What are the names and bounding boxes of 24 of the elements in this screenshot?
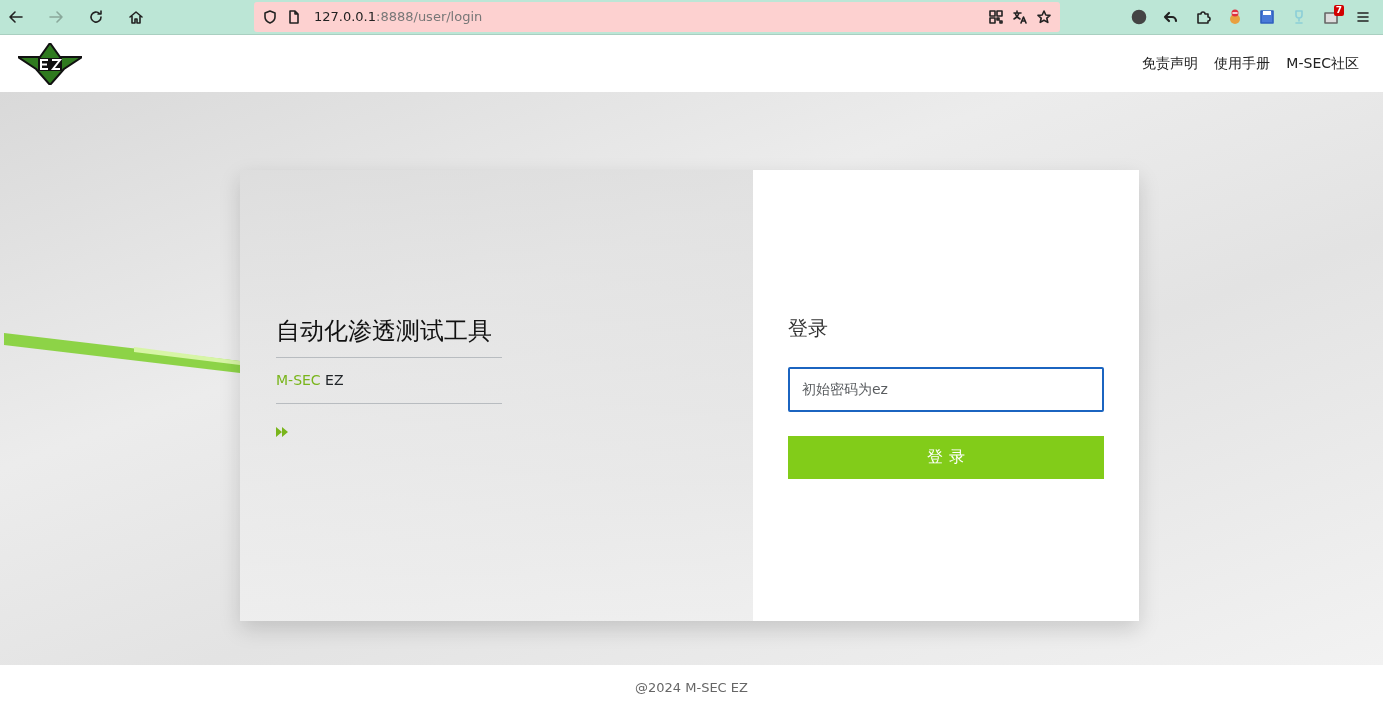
qr-code-icon[interactable] <box>988 9 1004 25</box>
puzzle-icon[interactable] <box>1195 9 1211 25</box>
extension-icon[interactable] <box>1227 9 1243 25</box>
url-text[interactable]: 127.0.0.1:8888/user/login <box>314 7 483 27</box>
back-icon[interactable] <box>8 9 24 25</box>
password-field[interactable]: 初始密码为ez <box>788 366 1104 412</box>
circle-icon[interactable] <box>1131 9 1147 25</box>
reload-icon[interactable] <box>88 9 104 25</box>
star-icon[interactable] <box>1036 9 1052 25</box>
copyright-text: @2024 M-SEC EZ <box>635 678 748 697</box>
shield-icon <box>262 9 278 25</box>
translate-icon[interactable] <box>1012 9 1028 25</box>
undo-arrow-icon[interactable] <box>1163 9 1179 25</box>
nav-link[interactable]: 使用手册 <box>1214 53 1271 74</box>
nav-link[interactable]: 免责声明 <box>1142 53 1199 74</box>
count-badge: 7 <box>1333 5 1344 16</box>
login-title: 登录 <box>788 314 829 342</box>
nav-link[interactable]: M-SEC社区 <box>1286 53 1359 74</box>
menu-icon[interactable] <box>1355 9 1371 25</box>
intro-title: 自动化渗透测试工具 <box>276 315 493 347</box>
brand-text: M-SEC EZ <box>276 370 345 390</box>
home-icon[interactable] <box>128 9 144 25</box>
logo-icon[interactable] <box>18 42 82 85</box>
page-icon <box>286 9 302 25</box>
